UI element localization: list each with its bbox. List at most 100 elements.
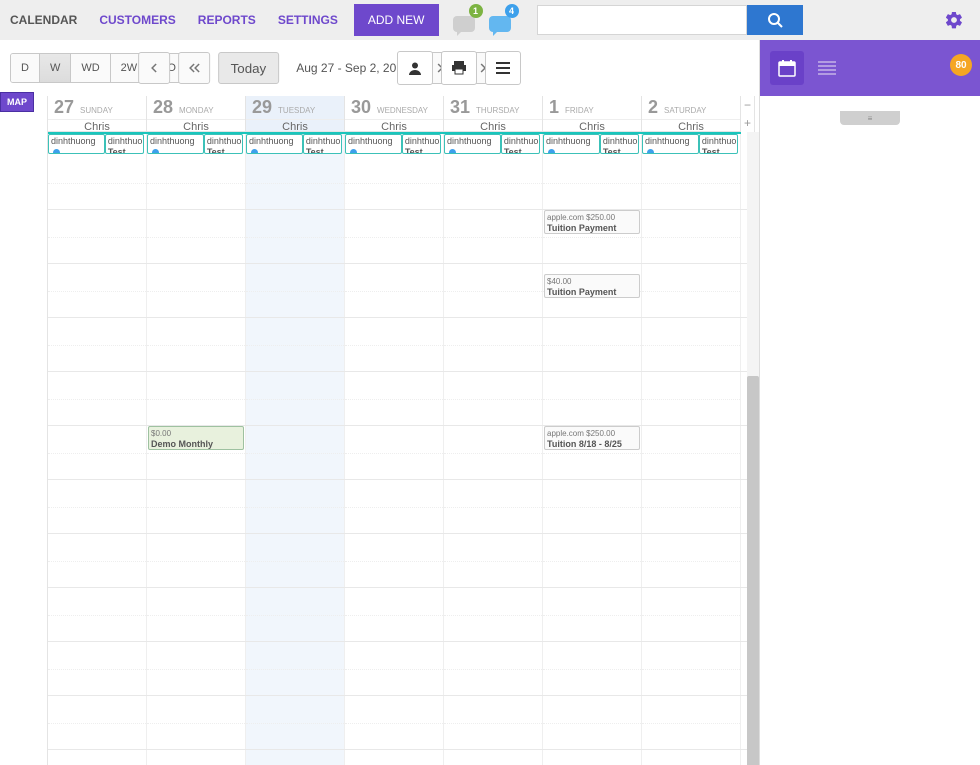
message-notification[interactable]: 4 bbox=[489, 8, 517, 32]
tab-reports[interactable]: REPORTS bbox=[198, 13, 256, 27]
time-cell[interactable] bbox=[246, 372, 345, 425]
time-cell[interactable] bbox=[48, 318, 147, 371]
search-input[interactable] bbox=[537, 5, 747, 35]
allday-event[interactable]: dinhthuongTest ServiThuong Tr bbox=[345, 134, 402, 154]
time-cell[interactable] bbox=[444, 372, 543, 425]
time-cell[interactable] bbox=[147, 750, 246, 765]
time-cell[interactable]: $40.00Tuition PaymentChad Moreschi bbox=[543, 264, 642, 317]
time-cell[interactable] bbox=[48, 426, 147, 479]
scrollbar-thumb[interactable] bbox=[747, 376, 759, 765]
print-button[interactable] bbox=[441, 51, 477, 85]
allday-cell[interactable]: dinhthuongTest ServiThuong TrdinhthuoTes… bbox=[345, 134, 444, 156]
time-cell[interactable] bbox=[642, 156, 741, 209]
time-cell[interactable] bbox=[444, 426, 543, 479]
allday-event[interactable]: dinhthuoTestService bbox=[699, 134, 738, 154]
time-cell[interactable] bbox=[642, 642, 741, 695]
time-cell[interactable] bbox=[543, 372, 642, 425]
tab-customers[interactable]: CUSTOMERS bbox=[99, 13, 175, 27]
time-cell[interactable] bbox=[246, 210, 345, 263]
calendar-event[interactable]: apple.com $250.00Tuition 8/18 - 8/25Chri… bbox=[544, 426, 640, 450]
prev-period-button[interactable] bbox=[138, 52, 170, 84]
view-week[interactable]: W bbox=[40, 54, 71, 82]
time-cell[interactable] bbox=[642, 534, 741, 587]
allday-cell[interactable]: dinhthuongTest ServiThuong TrdinhthuoTes… bbox=[246, 134, 345, 156]
time-cell[interactable] bbox=[444, 210, 543, 263]
allday-cell[interactable]: dinhthuongTest ServiThuong TrdinhthuoTes… bbox=[147, 134, 246, 156]
time-cell[interactable] bbox=[48, 588, 147, 641]
allday-event[interactable]: dinhthuoTestService bbox=[105, 134, 144, 154]
allday-cell[interactable]: dinhthuongTest ServiThuong TrdinhthuoTes… bbox=[48, 134, 147, 156]
time-cell[interactable] bbox=[345, 426, 444, 479]
allday-event[interactable]: dinhthuongTest ServiThuong Tr bbox=[444, 134, 501, 154]
time-cell[interactable] bbox=[345, 642, 444, 695]
time-cell[interactable] bbox=[444, 264, 543, 317]
time-cell[interactable] bbox=[147, 588, 246, 641]
time-cell[interactable] bbox=[543, 750, 642, 765]
time-cell[interactable] bbox=[642, 210, 741, 263]
allday-event[interactable]: dinhthuoTestService bbox=[303, 134, 342, 154]
allday-event[interactable]: dinhthuoTestService bbox=[501, 134, 540, 154]
time-cell[interactable] bbox=[345, 696, 444, 749]
time-cell[interactable] bbox=[345, 156, 444, 209]
time-cell[interactable] bbox=[345, 480, 444, 533]
time-cell[interactable] bbox=[642, 588, 741, 641]
day-header-expand[interactable]: −+ bbox=[741, 96, 755, 132]
day-header[interactable]: 31THURSDAYChris bbox=[444, 96, 543, 132]
allday-event[interactable]: dinhthuongTest ServiThuong Tr bbox=[246, 134, 303, 154]
settings-gear-icon[interactable] bbox=[944, 10, 964, 30]
allday-event[interactable]: dinhthuongTest ServiThuong Tr bbox=[543, 134, 600, 154]
time-cell[interactable] bbox=[246, 750, 345, 765]
time-cell[interactable] bbox=[147, 318, 246, 371]
view-weekdays[interactable]: WD bbox=[71, 54, 110, 82]
allday-cell[interactable]: dinhthuongTest ServiThuong TrdinhthuoTes… bbox=[642, 134, 741, 156]
allday-event[interactable]: dinhthuoTestService bbox=[204, 134, 243, 154]
time-cell[interactable] bbox=[48, 210, 147, 263]
list-view-button[interactable] bbox=[485, 51, 521, 85]
time-cell[interactable] bbox=[543, 480, 642, 533]
time-cell[interactable] bbox=[246, 156, 345, 209]
user-view-button[interactable] bbox=[397, 51, 433, 85]
time-cell[interactable]: $0.00Demo MonthlyService Chadder bbox=[147, 426, 246, 479]
time-cell[interactable] bbox=[48, 156, 147, 209]
time-cell[interactable] bbox=[246, 696, 345, 749]
map-toggle[interactable]: MAP bbox=[0, 92, 34, 112]
time-cell[interactable]: apple.com $250.00Tuition PaymentChris Mo… bbox=[543, 210, 642, 263]
time-cell[interactable] bbox=[345, 534, 444, 587]
time-cell[interactable] bbox=[147, 264, 246, 317]
time-cell[interactable] bbox=[543, 534, 642, 587]
day-header[interactable]: 29TUESDAYChris bbox=[246, 96, 345, 132]
time-cell[interactable] bbox=[147, 372, 246, 425]
prev-fast-button[interactable] bbox=[178, 52, 210, 84]
time-cell[interactable] bbox=[48, 480, 147, 533]
allday-event[interactable]: dinhthuongTest ServiThuong Tr bbox=[147, 134, 204, 154]
today-button[interactable]: Today bbox=[218, 52, 280, 84]
allday-cell[interactable]: dinhthuongTest ServiThuong TrdinhthuoTes… bbox=[444, 134, 543, 156]
time-cell[interactable] bbox=[543, 696, 642, 749]
time-cell[interactable] bbox=[147, 534, 246, 587]
time-cell[interactable] bbox=[48, 642, 147, 695]
allday-event[interactable]: dinhthuongTest ServiThuong Tr bbox=[642, 134, 699, 154]
day-header[interactable]: 2SATURDAYChris bbox=[642, 96, 741, 132]
time-cell[interactable] bbox=[543, 588, 642, 641]
allday-event[interactable]: dinhthuongTest ServiThuong Tr bbox=[48, 134, 105, 154]
time-cell[interactable] bbox=[345, 588, 444, 641]
time-cell[interactable] bbox=[543, 318, 642, 371]
time-cell[interactable] bbox=[642, 318, 741, 371]
day-header[interactable]: 30WEDNESDAYChris bbox=[345, 96, 444, 132]
time-cell[interactable] bbox=[147, 480, 246, 533]
time-cell[interactable] bbox=[642, 372, 741, 425]
time-cell[interactable] bbox=[642, 426, 741, 479]
time-cell[interactable] bbox=[147, 642, 246, 695]
add-new-button[interactable]: ADD NEW bbox=[354, 4, 439, 36]
view-day[interactable]: D bbox=[11, 54, 40, 82]
chat-notification[interactable]: 1 bbox=[453, 8, 481, 32]
time-cell[interactable] bbox=[444, 534, 543, 587]
side-drag-handle[interactable]: ≡ bbox=[840, 111, 900, 125]
day-header[interactable]: 28MONDAYChris bbox=[147, 96, 246, 132]
allday-cell[interactable]: dinhthuongTest ServiThuong TrdinhthuoTes… bbox=[543, 134, 642, 156]
time-cell[interactable] bbox=[48, 372, 147, 425]
tab-settings[interactable]: SETTINGS bbox=[278, 13, 338, 27]
time-cell[interactable] bbox=[147, 696, 246, 749]
time-cell[interactable] bbox=[48, 696, 147, 749]
calendar-event[interactable]: $40.00Tuition PaymentChad Moreschi bbox=[544, 274, 640, 298]
